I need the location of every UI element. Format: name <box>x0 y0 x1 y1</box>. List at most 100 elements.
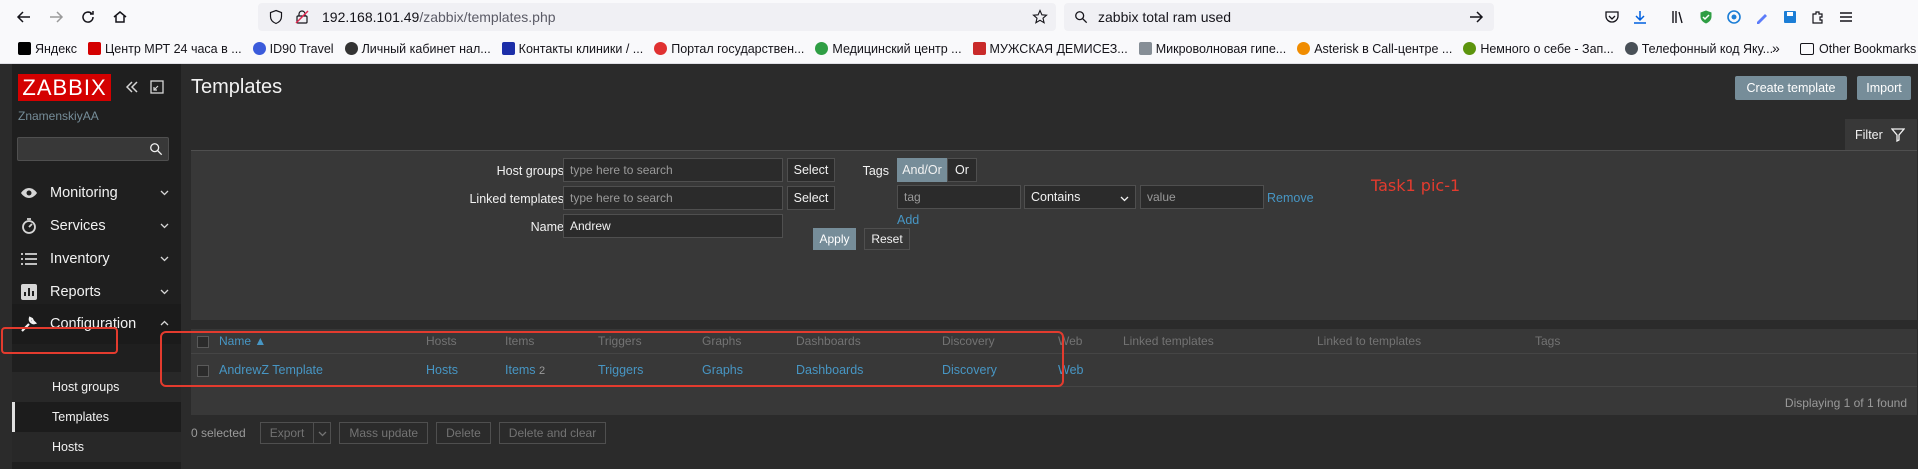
zabbix-logo[interactable]: ZABBIX <box>18 74 111 101</box>
toolbar-icons <box>1600 5 1858 29</box>
name-input[interactable]: Andrew <box>563 214 783 238</box>
bookmark-item[interactable]: Центр МРТ 24 часа в ... <box>88 42 242 56</box>
bookmark-label: Asterisk в Call-центре ... <box>1314 41 1453 56</box>
import-button[interactable]: Import <box>1857 76 1911 100</box>
bookmark-item[interactable]: Телефонный код Яку... <box>1624 42 1773 56</box>
screen: 192.168.101.49/zabbix/templates.php zabb… <box>0 0 1918 469</box>
bookmark-label: ID90 Travel <box>269 41 334 56</box>
search-bar[interactable]: zabbix total ram used <box>1064 3 1494 31</box>
submenu-hosts[interactable]: Hosts <box>12 432 181 462</box>
download-icon[interactable] <box>1628 5 1652 29</box>
selected-count: 0 selected <box>191 426 246 440</box>
search-icon[interactable] <box>149 142 163 156</box>
bookmarks-bar: Яндекс Центр МРТ 24 часа в ... ID90 Trav… <box>0 34 1918 64</box>
tag-input[interactable]: tag <box>897 185 1021 209</box>
insecure-lock-icon[interactable] <box>294 9 310 25</box>
bookmark-label: Центр МРТ 24 часа в ... <box>105 41 242 56</box>
submenu-label: Host groups <box>52 380 120 394</box>
menu-label: Monitoring <box>50 185 118 201</box>
bookmark-item[interactable]: Контакты клиники / ... <box>501 42 643 56</box>
url-bar[interactable]: 192.168.101.49/zabbix/templates.php <box>258 3 1056 31</box>
other-bookmarks[interactable]: Other Bookmarks <box>1800 34 1916 64</box>
favicon-icon <box>344 42 358 55</box>
library-icon[interactable] <box>1666 5 1690 29</box>
back-icon[interactable] <box>10 3 38 31</box>
extension-shield-icon[interactable] <box>1694 5 1718 29</box>
pagination-summary: Displaying 1 of 1 found <box>1784 396 1907 410</box>
bookmark-item[interactable]: ID90 Travel <box>252 41 334 56</box>
bookmark-label: МУЖСКАЯ ДЕМИСЕЗ... <box>989 41 1128 56</box>
menu-label: Reports <box>50 284 101 300</box>
chevron-down-icon <box>160 190 169 196</box>
submenu-templates[interactable]: Templates <box>12 402 181 432</box>
tag-value-input[interactable]: value <box>1140 185 1264 209</box>
menu-label: Services <box>50 218 106 234</box>
bookmark-label: Портал государствен... <box>671 41 805 56</box>
linked-templates-input[interactable]: type here to search <box>563 186 783 210</box>
export-dropdown-icon[interactable] <box>313 422 332 444</box>
filter-tab[interactable]: Filter <box>1845 119 1917 151</box>
delete-and-clear-button[interactable]: Delete and clear <box>498 422 607 444</box>
bookmark-star-icon[interactable] <box>1032 9 1048 25</box>
chevron-up-icon <box>160 320 169 326</box>
submenu-host-groups[interactable]: Host groups <box>12 372 181 402</box>
bookmarks-overflow-icon[interactable]: » <box>1772 40 1790 58</box>
export-button[interactable]: Export <box>259 422 315 444</box>
collapse-sidebar-icon[interactable] <box>125 80 139 94</box>
extension-save-icon[interactable] <box>1778 5 1802 29</box>
favicon-icon <box>18 42 31 55</box>
bulk-actions-bar: 0 selected Export Mass update Delete Del… <box>191 421 614 445</box>
chevron-down-icon <box>1120 196 1129 202</box>
tag-operator-select[interactable]: Contains <box>1024 185 1136 209</box>
reset-button[interactable]: Reset <box>864 228 910 250</box>
pocket-icon[interactable] <box>1600 5 1624 29</box>
bookmark-label: Яндекс <box>35 41 78 56</box>
shield-icon[interactable] <box>268 9 284 25</box>
tag-add-link[interactable]: Add <box>897 213 919 227</box>
bookmark-item[interactable]: Медицинский центр ... <box>815 41 962 56</box>
annotation-highlight-box <box>1 327 118 354</box>
bookmark-item[interactable]: Asterisk в Call-центре ... <box>1297 42 1452 56</box>
bookmark-item[interactable]: МУЖСКАЯ ДЕМИСЕЗ... <box>972 41 1128 56</box>
tags-and-or-toggle[interactable]: And/Or <box>897 158 947 182</box>
extension-circle-icon[interactable] <box>1722 5 1746 29</box>
reload-icon[interactable] <box>74 3 102 31</box>
zabbix-app: ZABBIX ZnamenskiyAA Monitoring Services … <box>0 64 1918 469</box>
kiosk-mode-icon[interactable] <box>150 80 164 94</box>
chevron-down-icon <box>160 223 169 229</box>
bookmark-label: Микроволновая гипе... <box>1155 41 1287 56</box>
forward-icon[interactable] <box>42 3 70 31</box>
favicon-icon <box>1138 42 1152 55</box>
bookmark-label: Медицинский центр ... <box>832 41 962 56</box>
tag-remove-link[interactable]: Remove <box>1267 191 1314 205</box>
bookmark-item[interactable]: Яндекс <box>18 42 77 56</box>
home-icon[interactable] <box>106 3 134 31</box>
linked-templates-select-button[interactable]: Select <box>787 186 835 210</box>
apply-button[interactable]: Apply <box>813 228 856 250</box>
arrow-right-icon[interactable] <box>1468 9 1484 25</box>
host-groups-select-button[interactable]: Select <box>787 158 835 182</box>
favicon-icon <box>1297 42 1311 55</box>
mass-update-button[interactable]: Mass update <box>339 422 429 444</box>
services-icon <box>19 216 39 236</box>
bookmark-label: Немного о себе - Зап... <box>1480 41 1614 56</box>
menu-hamburger-icon[interactable] <box>1834 5 1858 29</box>
filter-panel: Host groups type here to search Select L… <box>191 150 1917 320</box>
delete-button[interactable]: Delete <box>436 422 491 444</box>
bookmark-item[interactable]: Личный кабинет нал... <box>344 42 491 56</box>
tags-or-toggle[interactable]: Or <box>947 158 977 182</box>
bookmark-item[interactable]: Микроволновая гипе... <box>1138 41 1287 56</box>
bookmark-item[interactable]: Портал государствен... <box>654 42 804 56</box>
bookmark-item[interactable]: Немного о себе - Зап... <box>1463 41 1614 56</box>
create-template-button[interactable]: Create template <box>1735 76 1847 100</box>
menu-label: Inventory <box>50 251 110 267</box>
eye-icon <box>19 183 39 203</box>
extensions-puzzle-icon[interactable] <box>1806 5 1830 29</box>
host-groups-input[interactable]: type here to search <box>563 158 783 182</box>
sidebar-search-input[interactable] <box>17 137 169 161</box>
extension-brush-icon[interactable] <box>1750 5 1774 29</box>
name-label: Name <box>530 220 564 234</box>
favicon-icon <box>501 42 515 55</box>
filter-tab-label: Filter <box>1855 128 1883 142</box>
tag-operator-value: Contains <box>1031 190 1081 204</box>
